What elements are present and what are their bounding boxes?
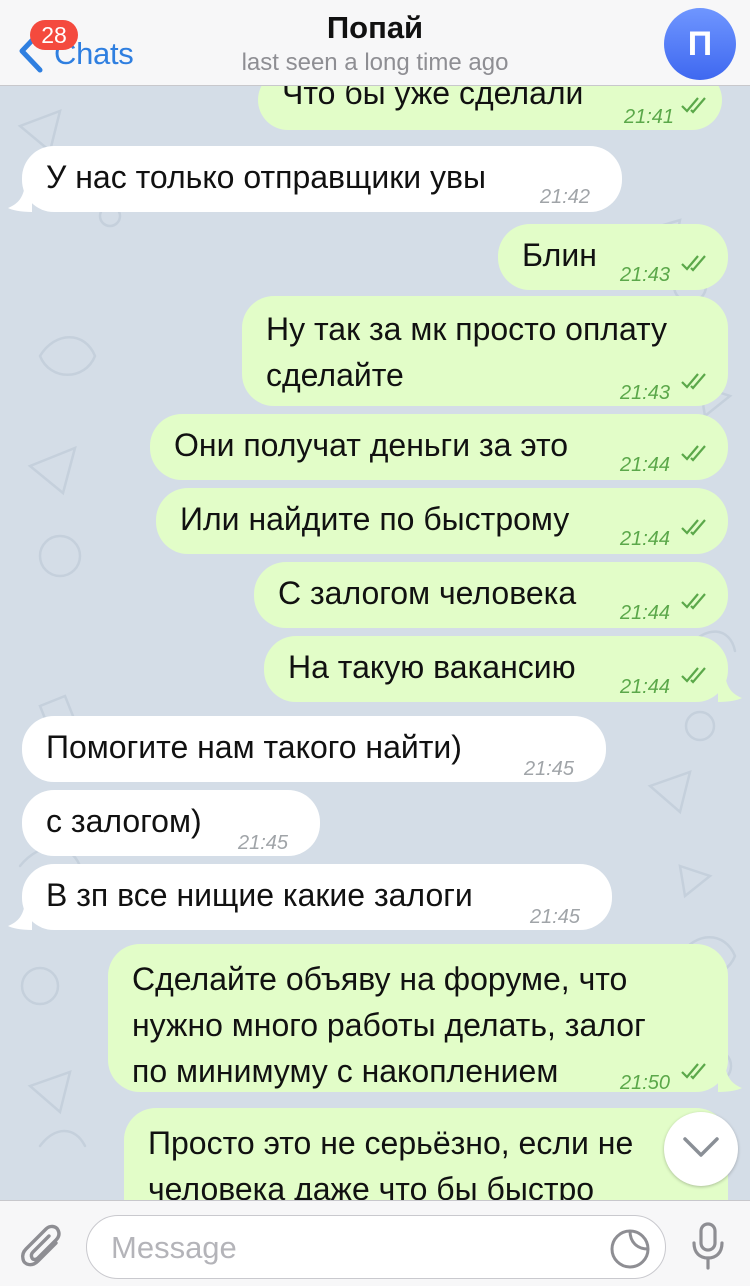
sticker-icon[interactable] [609,1228,651,1270]
microphone-icon[interactable] [688,1221,728,1271]
chat-header: Chats 28 Попай last seen a long time ago… [0,0,750,86]
message-text: Помогите нам такого найти) [46,729,462,765]
message-text: Блин [522,237,597,273]
message-time: 21:44 [620,602,671,624]
message-bubble-incoming[interactable]: с залогом) 21:45 [22,790,320,856]
bubble-tail [8,908,32,930]
message-time: 21:44 [620,454,671,476]
last-seen-status: last seen a long time ago [241,49,509,76]
message-time: 21:50 [620,1072,671,1094]
message-time: 21:43 [620,382,671,404]
message-time: 21:45 [238,832,289,854]
message-text: На такую вакансию [288,649,576,685]
message-bubble-incoming[interactable]: В зп все нищие какие залоги 21:45 [22,864,612,930]
message-time: 21:41 [624,106,675,128]
message-bubble-outgoing[interactable]: Что бы уже сделали 21:41 [258,86,722,130]
double-check-icon [681,255,706,272]
message-bubble-outgoing[interactable]: Или найдите по быстрому 21:44 [156,488,728,554]
message-text: Ну так за мк просто оплату сделайте [266,311,668,393]
chevron-down-icon [683,1137,719,1157]
message-text: Или найдите по быстрому [180,501,570,537]
chat-title[interactable]: Попай [0,10,750,46]
double-check-icon [681,373,706,390]
double-check-icon [681,667,706,684]
message-bubble-incoming[interactable]: Помогите нам такого найти) 21:45 [22,716,606,782]
message-composer [0,1200,750,1286]
message-list[interactable]: Что бы уже сделали 21:41 У нас только от… [0,86,750,1200]
message-input[interactable] [111,1226,601,1270]
message-text: В зп все нищие какие залоги [46,877,473,913]
message-bubble-outgoing[interactable]: Они получат деньги за это 21:44 [150,414,728,480]
double-check-icon [681,519,706,536]
message-time: 21:43 [620,264,671,286]
double-check-icon [681,445,706,462]
message-time: 21:42 [540,186,591,208]
bubble-tail [8,190,32,212]
paperclip-icon[interactable] [18,1221,66,1273]
double-check-icon [681,97,706,114]
message-bubble-outgoing[interactable]: С залогом человека 21:44 [254,562,728,628]
message-time: 21:44 [620,676,671,698]
message-text: Они получат деньги за это [174,427,569,463]
scroll-to-bottom-button[interactable] [664,1112,738,1186]
message-text: Сделайте объяву на форуме, что нужно мно… [132,961,646,1089]
message-time: 21:45 [524,758,575,780]
message-text: с залогом) [46,803,202,839]
message-bubble-incoming[interactable]: У нас только отправщики увы 21:42 [22,146,622,212]
message-bubble-outgoing[interactable]: Ну так за мк просто оплату сделайте 21:4… [242,296,728,406]
message-text: У нас только отправщики увы [46,159,486,195]
message-time: 21:45 [530,906,581,928]
message-time: 21:44 [620,528,671,550]
message-bubble-outgoing[interactable]: Блин 21:43 [498,224,728,290]
message-text: С залогом человека [278,575,577,611]
bubble-tail [718,1070,742,1092]
double-check-icon [681,1063,706,1080]
message-bubble-outgoing[interactable]: Просто это не серьёзно, если не человека… [124,1108,728,1200]
message-bubble-outgoing[interactable]: Сделайте объяву на форуме, что нужно мно… [108,944,728,1094]
message-input-container [86,1215,666,1279]
message-text: Что бы уже сделали [282,86,584,111]
message-bubble-outgoing[interactable]: На такую вакансию 21:44 [264,636,728,702]
message-text: Просто это не серьёзно, если не человека… [148,1125,634,1200]
avatar[interactable]: П [664,8,736,80]
bubble-tail [718,680,742,702]
double-check-icon [681,593,706,610]
